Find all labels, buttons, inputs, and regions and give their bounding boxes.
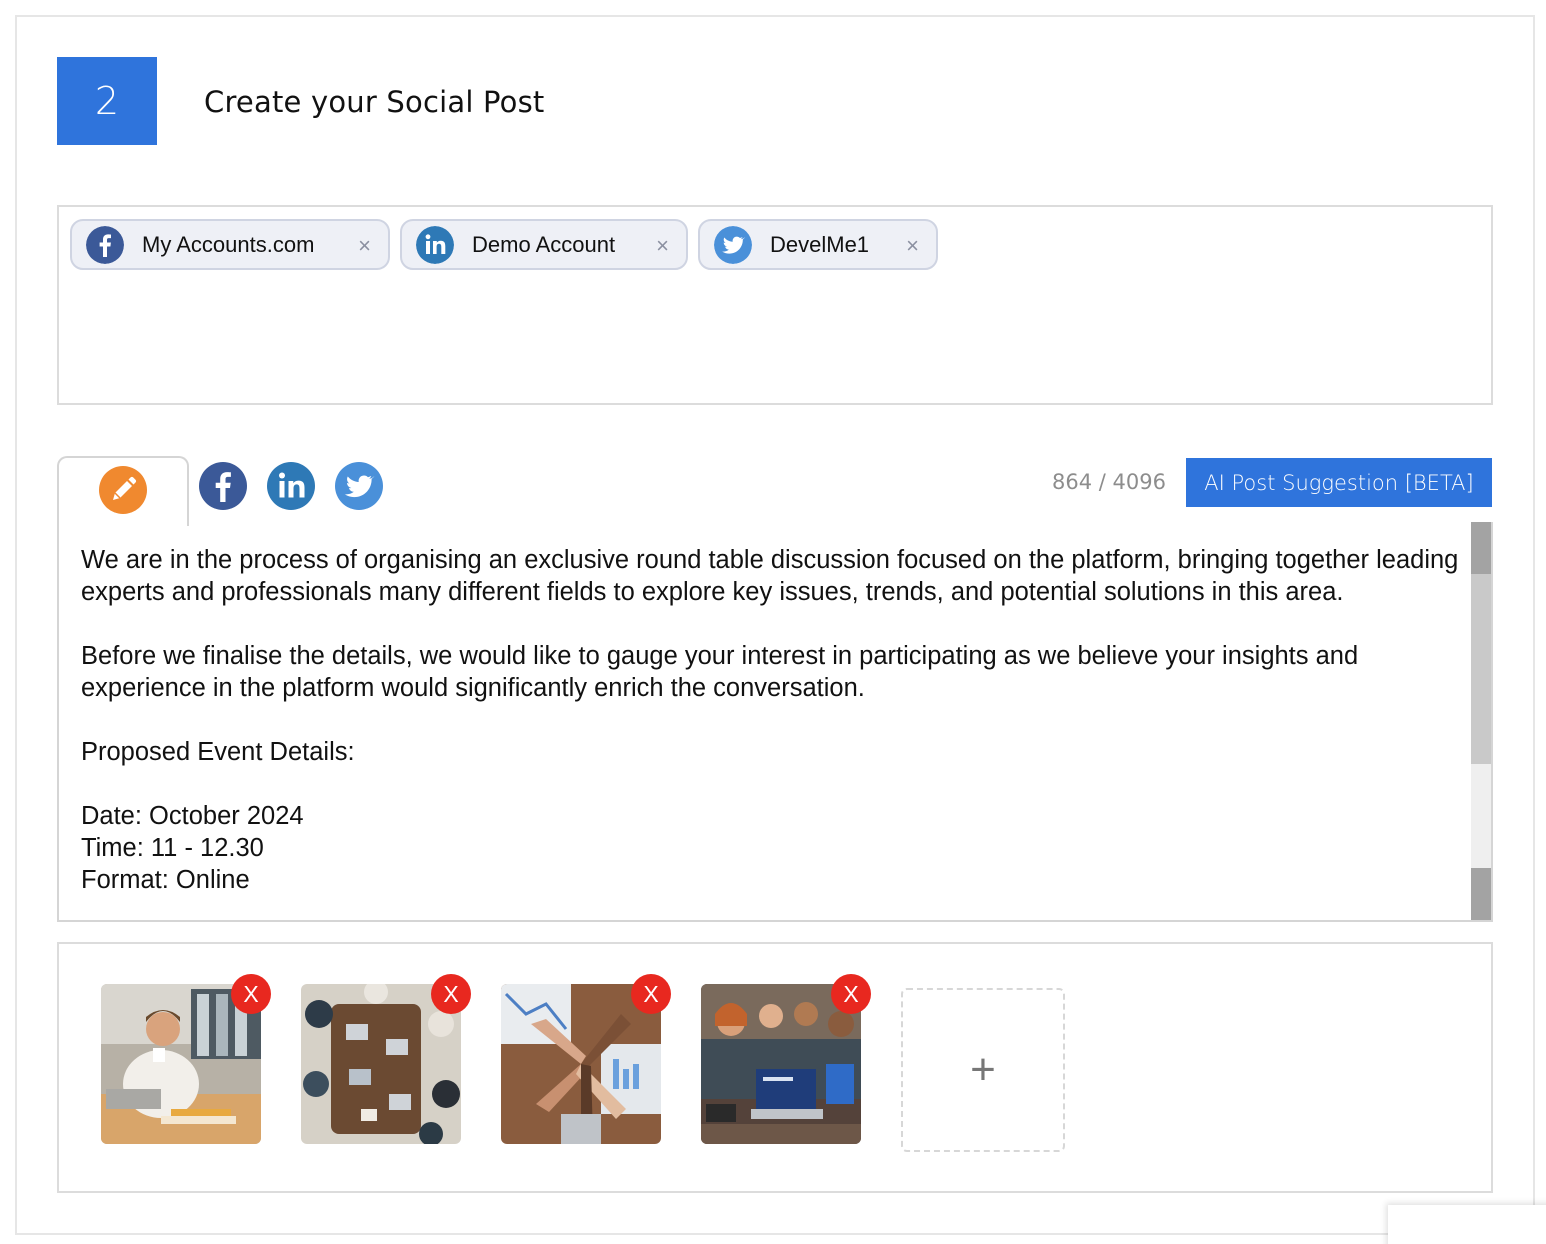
corner-widget <box>1388 1205 1546 1244</box>
remove-account-button[interactable]: × <box>358 233 371 259</box>
tab-facebook[interactable] <box>199 462 247 510</box>
account-label: My Accounts.com <box>142 231 315 257</box>
remove-account-button[interactable]: × <box>906 233 919 259</box>
pencil-icon <box>99 466 147 514</box>
remove-media-button[interactable]: X <box>431 974 471 1014</box>
tab-edit-all[interactable] <box>57 456 189 526</box>
remove-media-button[interactable]: X <box>231 974 271 1014</box>
editor-scrollbar[interactable] <box>1471 522 1491 920</box>
character-counter: 864 / 4096 <box>1052 470 1166 494</box>
accounts-selector[interactable]: My Accounts.com × Demo Account × DevelMe… <box>57 205 1493 405</box>
remove-account-button[interactable]: × <box>656 233 669 259</box>
page-title: Create your Social Post <box>204 85 545 119</box>
account-label: DevelMe1 <box>770 231 870 257</box>
scroll-up-button[interactable] <box>1471 522 1491 574</box>
account-chip-twitter: DevelMe1 × <box>698 219 938 270</box>
linkedin-icon <box>416 225 454 264</box>
media-attachments: X X X X + <box>57 942 1493 1193</box>
twitter-icon <box>714 225 752 264</box>
post-text-editor[interactable]: We are in the process of organising an e… <box>57 522 1493 922</box>
scroll-thumb[interactable] <box>1471 574 1491 764</box>
tab-twitter[interactable] <box>335 462 383 510</box>
account-chip-facebook: My Accounts.com × <box>70 219 390 270</box>
tab-linkedin[interactable] <box>267 462 315 510</box>
step-number-badge: 2 <box>57 57 157 145</box>
scroll-down-button[interactable] <box>1471 868 1491 920</box>
add-media-button[interactable]: + <box>901 988 1065 1152</box>
remove-media-button[interactable]: X <box>831 974 871 1014</box>
remove-media-button[interactable]: X <box>631 974 671 1014</box>
account-label: Demo Account <box>472 231 616 257</box>
post-text[interactable]: We are in the process of organising an e… <box>81 544 1461 896</box>
facebook-icon <box>86 225 124 264</box>
ai-post-suggestion-button[interactable]: AI Post Suggestion [BETA] <box>1186 458 1492 507</box>
account-chip-linkedin: Demo Account × <box>400 219 688 270</box>
